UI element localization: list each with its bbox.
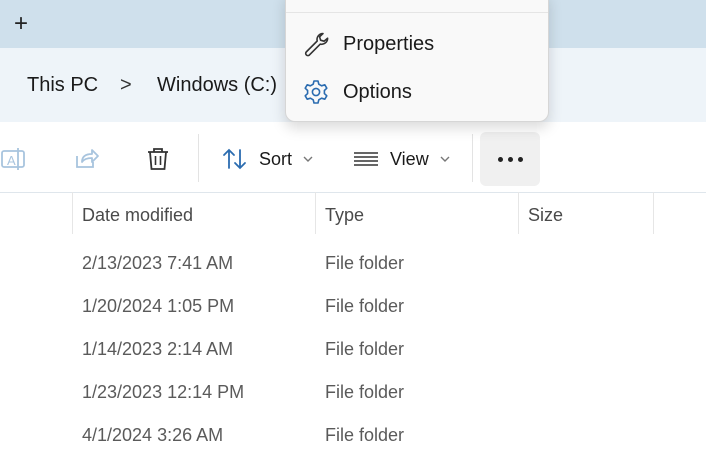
date-modified-cell: 1/20/2024 1:05 PM [82, 296, 235, 316]
chevron-down-icon [303, 156, 313, 162]
gear-icon [304, 80, 328, 104]
date-modified-cell: 2/13/2023 7:41 AM [82, 253, 234, 273]
column-separator[interactable] [72, 192, 73, 234]
more-icon [497, 156, 523, 162]
column-separator[interactable] [315, 192, 316, 234]
view-list-icon [354, 152, 378, 166]
table-row[interactable]: 1/20/2024 1:05 PM File folder [0, 286, 706, 329]
view-button[interactable]: View [352, 146, 451, 172]
see-more-button[interactable] [480, 132, 540, 186]
sort-icon [223, 148, 246, 170]
svg-text:A: A [7, 153, 16, 168]
type-cell: File folder [325, 253, 405, 273]
column-header-size[interactable]: Size [528, 205, 563, 226]
wrench-icon [304, 32, 329, 57]
trash-icon [148, 148, 168, 170]
menu-item-properties[interactable]: Properties [286, 21, 548, 67]
date-modified-cell: 1/23/2023 12:14 PM [82, 382, 245, 402]
column-header-type[interactable]: Type [325, 205, 364, 226]
column-separator[interactable] [518, 192, 519, 234]
date-modified-cell: 4/1/2024 3:26 AM [82, 425, 224, 445]
type-cell: File folder [325, 296, 405, 316]
column-header-date-modified[interactable]: Date modified [82, 205, 193, 226]
menu-divider [286, 12, 548, 13]
table-row[interactable]: 2/13/2023 7:41 AM File folder [0, 243, 706, 286]
toolbar-divider [198, 134, 199, 182]
share-icon [76, 149, 99, 168]
date-modified-cell: 1/14/2023 2:14 AM [82, 339, 234, 359]
table-row[interactable]: 1/14/2023 2:14 AM File folder [0, 329, 706, 372]
rename-icon: A [1, 148, 25, 170]
share-button[interactable] [73, 145, 101, 173]
menu-item-label: Properties [343, 32, 435, 55]
view-label: View [390, 148, 429, 169]
breadcrumb-this-pc[interactable]: This PC [27, 74, 98, 97]
chevron-down-icon [440, 156, 450, 162]
column-separator[interactable] [653, 192, 654, 234]
type-cell: File folder [325, 339, 405, 359]
menu-item-options[interactable]: Options [286, 69, 548, 115]
sort-label: Sort [259, 148, 293, 169]
table-row[interactable]: 4/1/2024 3:26 AM File folder [0, 415, 706, 458]
table-row[interactable]: 1/23/2023 12:14 PM File folder [0, 372, 706, 415]
rename-button[interactable]: A [0, 145, 28, 173]
toolbar-divider [472, 134, 473, 182]
type-cell: File folder [325, 382, 405, 402]
more-options-menu: Properties Options [285, 0, 549, 122]
new-tab-button[interactable]: + [8, 10, 34, 38]
breadcrumb-windows-c[interactable]: Windows (C:) [157, 74, 277, 97]
delete-button[interactable] [144, 145, 172, 173]
menu-item-label: Options [343, 80, 412, 103]
type-cell: File folder [325, 425, 405, 445]
sort-button[interactable]: Sort [221, 146, 314, 172]
breadcrumb-separator[interactable]: > [120, 74, 132, 97]
